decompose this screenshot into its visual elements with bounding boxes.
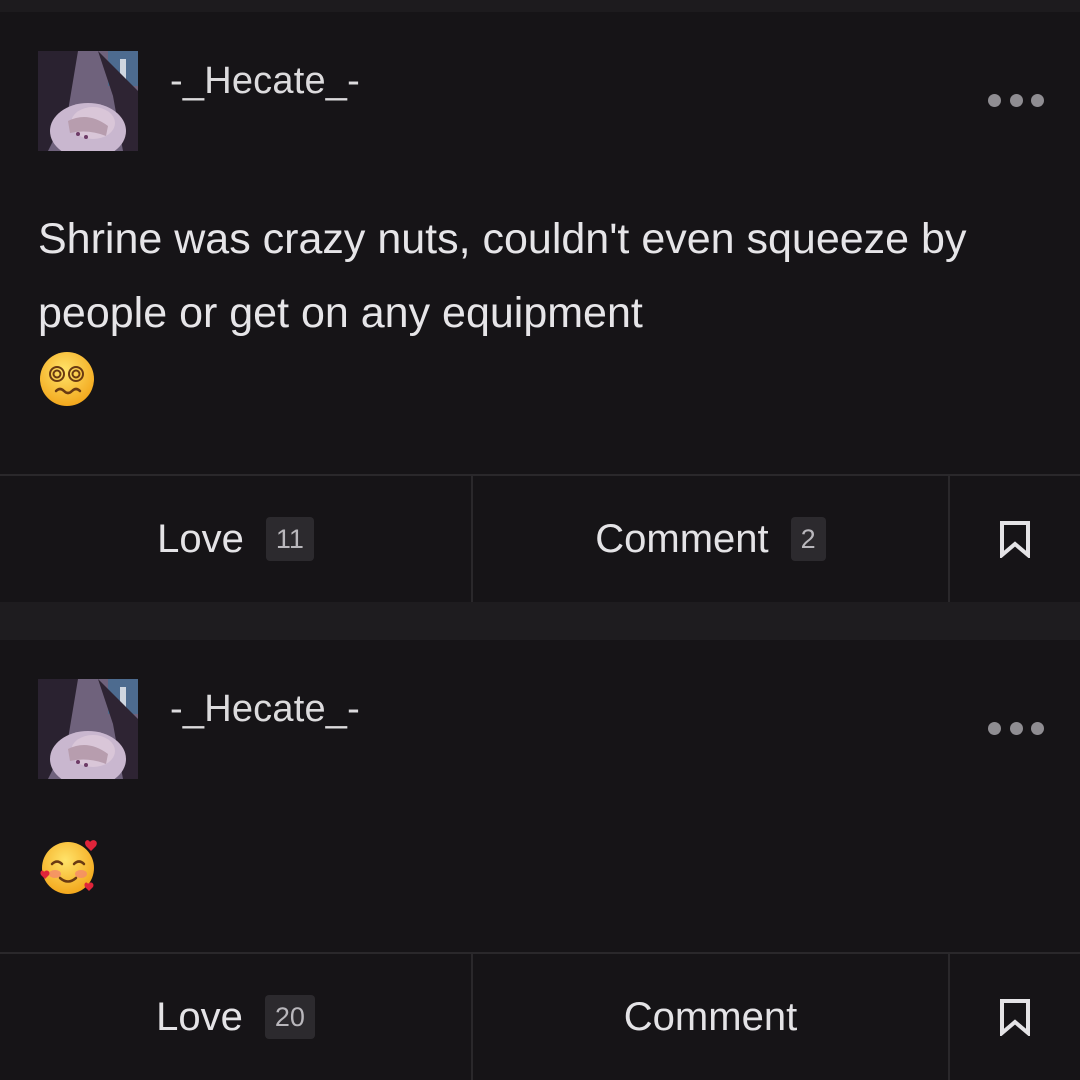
post-card: -_Hecate_- Shrine was crazy nuts, couldn… [0,12,1080,602]
post-actions: Love 11 Comment 2 [0,474,1080,602]
more-dot [1031,93,1044,107]
username[interactable]: -_Hecate_- [170,60,360,103]
avatar[interactable] [38,679,138,779]
more-dot [1031,721,1044,735]
love-label: Love [156,994,243,1039]
more-horizontal-icon [988,93,1001,107]
bookmark-button[interactable] [950,476,1080,602]
love-button[interactable]: Love 11 [0,476,473,602]
love-button[interactable]: Love 20 [0,954,473,1080]
smiling-face-with-hearts-emoji-icon [38,838,100,901]
top-divider [0,0,1080,12]
bookmark-icon [1000,521,1030,558]
comment-count-badge: 2 [790,517,826,561]
comment-label: Comment [623,994,798,1039]
post-card: -_Hecate_- Love 20 Comment [0,640,1080,1080]
avatar[interactable] [38,51,138,151]
comment-button[interactable]: Comment [473,954,950,1080]
love-count-badge: 20 [264,995,315,1039]
comment-button[interactable]: Comment 2 [473,476,950,602]
love-count-badge: 11 [265,517,314,561]
more-horizontal-icon [988,721,1001,735]
post-body [38,838,100,901]
post-actions: Love 20 Comment [0,952,1080,1080]
bookmark-button[interactable] [950,954,1080,1080]
more-options-button[interactable] [988,90,1044,110]
more-options-button[interactable] [988,718,1044,738]
more-dot [1009,93,1023,107]
dizzy-face-emoji-icon [38,350,96,431]
username[interactable]: -_Hecate_- [170,688,360,731]
post-body: Shrine was crazy nuts, couldn't even squ… [38,202,1038,431]
more-dot [1009,721,1023,735]
love-label: Love [157,516,244,561]
comment-label: Comment [595,516,769,561]
post-separator [0,602,1080,640]
bookmark-icon [1000,999,1030,1036]
post-text: Shrine was crazy nuts, couldn't even squ… [38,215,967,337]
